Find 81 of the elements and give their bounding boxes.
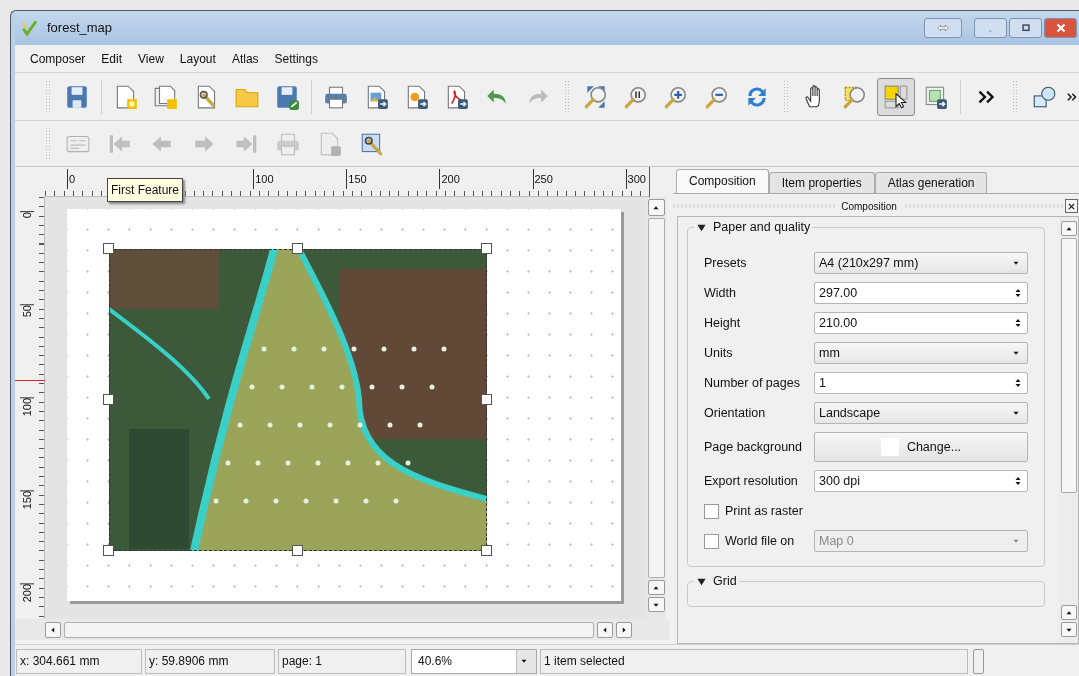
- selection-handle[interactable]: [292, 545, 303, 556]
- ruler-label: 150: [20, 490, 34, 510]
- dropdown[interactable]: mm: [814, 342, 1028, 364]
- ruler-label: 300: [625, 169, 646, 189]
- selection-handle[interactable]: [103, 545, 114, 556]
- spin-box[interactable]: 300 dpi: [814, 470, 1028, 492]
- menu-item[interactable]: Edit: [94, 47, 130, 70]
- ruler-label: 0: [20, 211, 34, 219]
- field-label: Height: [704, 314, 741, 332]
- ruler-label: 200: [20, 583, 34, 603]
- selection-handle[interactable]: [481, 394, 492, 405]
- checkbox-label[interactable]: Print as raster: [725, 501, 803, 521]
- ruler-label: 100: [20, 397, 34, 417]
- status-text: page: 1: [278, 648, 406, 674]
- field-label: Export resolution: [704, 472, 798, 490]
- status-text: 1 item selected: [540, 648, 968, 674]
- spin-box[interactable]: 297.00: [814, 282, 1028, 304]
- ruler-label: 250: [532, 169, 553, 189]
- tab[interactable]: Composition: [676, 169, 769, 193]
- field-label: Orientation: [704, 404, 766, 422]
- scroll-arrow-button[interactable]: [1060, 221, 1077, 236]
- field-label: Page background: [704, 438, 802, 456]
- field-label: Units: [704, 344, 733, 362]
- scroll-arrow-button[interactable]: [647, 597, 665, 612]
- group-title: Paper and quality: [713, 219, 811, 236]
- window-title: forest_map: [47, 19, 114, 38]
- scrollbar-thumb[interactable]: [647, 218, 665, 578]
- ruler-label: 50: [20, 304, 34, 318]
- menu-item[interactable]: Settings: [267, 47, 325, 70]
- minimize-button[interactable]: [974, 18, 1007, 38]
- selection-handle[interactable]: [292, 243, 303, 254]
- tooltip: First Feature: [107, 178, 183, 202]
- selection-handle[interactable]: [481, 243, 492, 254]
- field-label: Width: [704, 284, 736, 302]
- scrollbar-thumb[interactable]: [1060, 238, 1077, 493]
- select-button[interactable]: [876, 77, 915, 116]
- field-label: Presets: [704, 254, 747, 272]
- scroll-arrow-button[interactable]: [616, 621, 632, 638]
- color-button[interactable]: Change...: [814, 432, 1028, 462]
- checkbox[interactable]: [704, 503, 719, 519]
- scroll-arrow-button[interactable]: [1060, 605, 1077, 620]
- scrollbar-thumb[interactable]: [64, 621, 594, 638]
- zoom-dropdown[interactable]: 40.6%: [411, 648, 537, 674]
- color-swatch: [880, 438, 899, 456]
- menu-item[interactable]: View: [131, 47, 171, 70]
- select-icon: [882, 83, 909, 110]
- dropdown[interactable]: A4 (210x297 mm): [814, 252, 1028, 274]
- ruler-label: 200: [439, 169, 460, 189]
- cursor-marker: [649, 167, 650, 197]
- menu-item[interactable]: Atlas: [224, 47, 266, 70]
- ruler-label: 0: [67, 169, 76, 189]
- dropdown[interactable]: Landscape: [814, 402, 1028, 424]
- scroll-arrow-button[interactable]: [647, 580, 665, 595]
- close-icon: [1067, 201, 1076, 211]
- spin-box[interactable]: 210.00: [814, 312, 1028, 334]
- zoom-full-icon[interactable]: [582, 83, 609, 110]
- save-as-icon[interactable]: [274, 83, 301, 110]
- menu-item[interactable]: Composer: [23, 47, 93, 70]
- ruler-label: 150: [346, 169, 367, 189]
- cursor-marker: [15, 380, 45, 381]
- field-label: Number of pages: [704, 374, 800, 392]
- scroll-arrow-button[interactable]: [45, 621, 61, 638]
- app-logo-icon: [21, 19, 39, 37]
- close-button[interactable]: [1065, 199, 1078, 213]
- status-text: y: 59.8906 mm: [145, 648, 275, 674]
- menu-item[interactable]: Layout: [172, 47, 223, 70]
- resize-button[interactable]: [924, 18, 962, 38]
- group-title: Grid: [713, 573, 737, 590]
- scroll-arrow-button[interactable]: [1060, 622, 1077, 637]
- status-text: x: 304.661 mm: [16, 648, 142, 674]
- selection-handle[interactable]: [103, 243, 114, 254]
- spin-box[interactable]: 1: [814, 372, 1028, 394]
- tab[interactable]: Item properties: [768, 172, 875, 193]
- tab[interactable]: Atlas generation: [874, 172, 988, 193]
- maximize-button[interactable]: [1009, 18, 1042, 38]
- status-panel: [973, 648, 984, 674]
- selection-handle[interactable]: [481, 545, 492, 556]
- duplicate-page-icon[interactable]: [153, 83, 180, 110]
- ruler-label: 100: [253, 169, 274, 189]
- scroll-arrow-button[interactable]: [597, 621, 613, 638]
- selection-handle[interactable]: [103, 394, 114, 405]
